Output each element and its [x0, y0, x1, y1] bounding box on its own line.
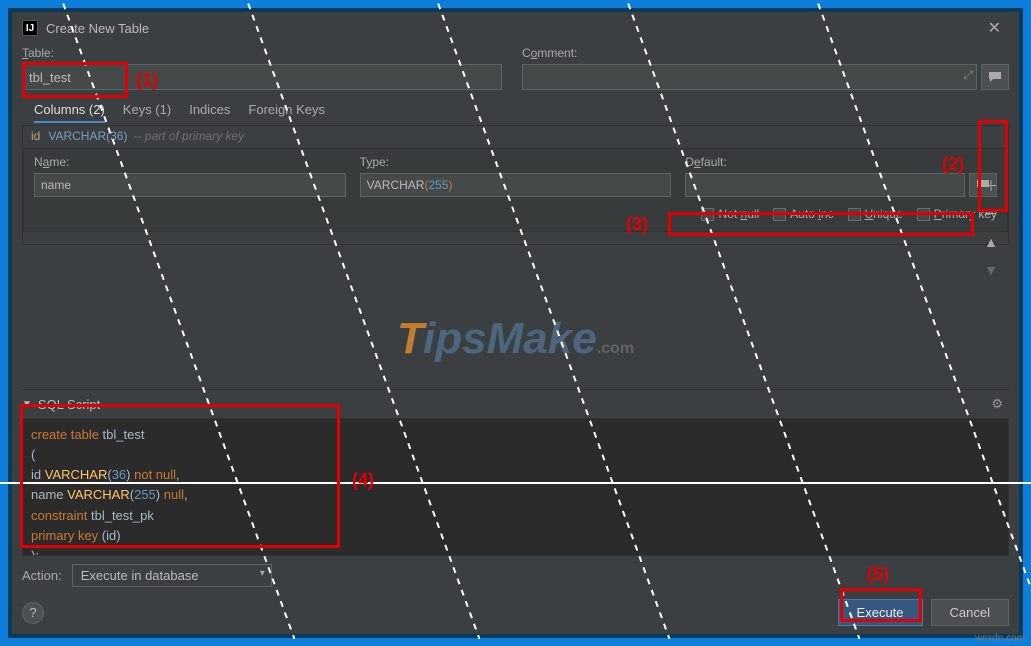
tab-foreign-keys[interactable]: Foreign Keys [248, 102, 325, 123]
comment-aux-button[interactable] [981, 64, 1009, 90]
type-label: Type: [360, 155, 672, 169]
action-dropdown[interactable]: Execute in database [72, 564, 272, 587]
tabs: Columns (2) Keys (1) Indices Foreign Key… [22, 102, 1009, 123]
dialog-content: Table: tbl_test Comment: ⤢ [12, 44, 1019, 634]
column-default-input[interactable] [685, 173, 965, 197]
dialog-window: IJ Create New Table ✕ Table: tbl_test Co… [8, 8, 1023, 638]
default-label: Default: [685, 155, 997, 169]
tab-indices[interactable]: Indices [189, 102, 230, 123]
column-row[interactable]: id VARCHAR(36) -- part of primary key [23, 126, 1008, 146]
dialog-title: Create New Table [46, 21, 149, 36]
help-button[interactable]: ? [22, 602, 44, 624]
comment-input[interactable] [522, 64, 977, 90]
attribution: wsxdn.com [975, 633, 1025, 644]
sql-script-editor[interactable]: create table tbl_test ( id VARCHAR(36) n… [22, 418, 1009, 556]
execute-button[interactable]: Execute [838, 599, 923, 626]
comment-label: Comment: [522, 46, 1009, 60]
down-button[interactable]: ▼ [979, 260, 1003, 280]
chevron-down-icon: ▼ [22, 399, 32, 410]
cancel-button[interactable]: Cancel [931, 599, 1009, 626]
watermark: TipsMake.com [397, 314, 634, 364]
expand-icon[interactable]: ⤢ [963, 68, 973, 83]
titlebar: IJ Create New Table ✕ [12, 12, 1019, 44]
table-label: Table: [22, 46, 502, 60]
side-toolbar: ＋ － ▲ ▼ [979, 176, 1003, 280]
action-label: Action: [22, 568, 62, 583]
up-button[interactable]: ▲ [979, 232, 1003, 252]
remove-button[interactable]: － [979, 204, 1003, 224]
gear-icon[interactable]: ⚙ [991, 396, 1003, 412]
name-label: Name: [34, 155, 346, 169]
table-name-input[interactable]: tbl_test [22, 64, 502, 90]
auto-inc-checkbox[interactable]: Auto inc [773, 207, 833, 221]
column-name-input[interactable]: name [34, 173, 346, 197]
sql-script-header[interactable]: ▼ SQL Script ⚙ [22, 389, 1009, 418]
unique-checkbox[interactable]: Unique [848, 207, 903, 221]
column-list[interactable]: id VARCHAR(36) -- part of primary key Na… [22, 125, 1009, 245]
close-icon[interactable]: ✕ [980, 14, 1009, 42]
not-null-checkbox[interactable]: Not null [701, 207, 759, 221]
tab-keys[interactable]: Keys (1) [123, 102, 171, 123]
app-icon: IJ [22, 20, 38, 36]
tab-columns[interactable]: Columns (2) [34, 102, 105, 123]
column-type-input[interactable]: VARCHAR(255) [360, 173, 672, 197]
add-button[interactable]: ＋ [979, 176, 1003, 196]
